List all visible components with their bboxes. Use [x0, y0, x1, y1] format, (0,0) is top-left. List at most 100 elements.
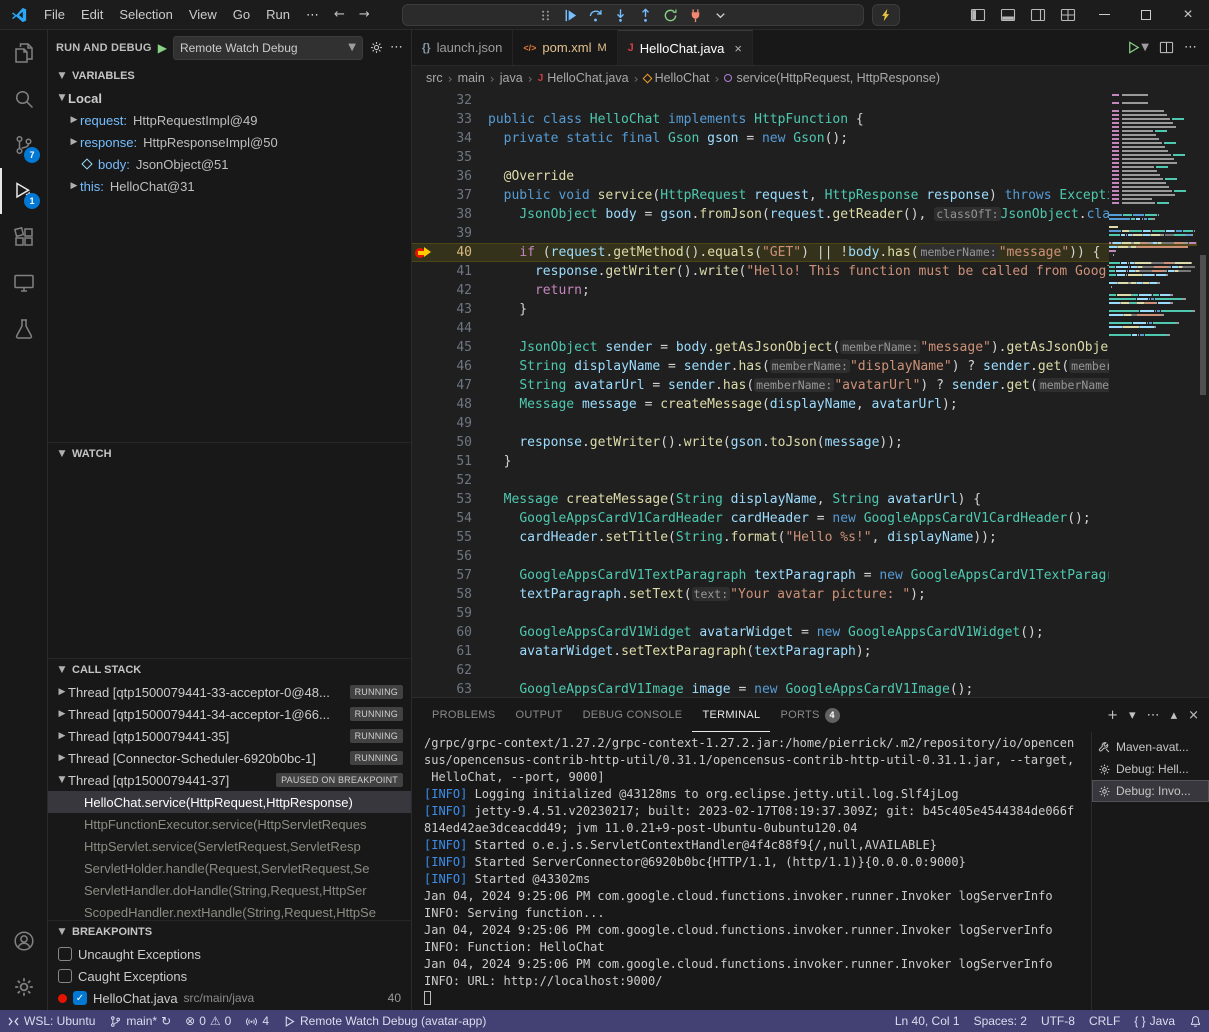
line-number[interactable]: 53 [438, 490, 472, 509]
tab-pom.xml[interactable]: </>pom.xmlM [513, 30, 617, 65]
activitybar-item-accounts[interactable] [0, 918, 47, 964]
panel-tab-output[interactable]: OUTPUT [506, 698, 573, 732]
menu-run[interactable]: Run [258, 4, 298, 26]
menu-edit[interactable]: Edit [73, 4, 111, 26]
line-number[interactable]: 42 [438, 281, 472, 300]
activitybar-item-explorer[interactable] [0, 30, 47, 76]
code-text[interactable]: } [472, 452, 1109, 471]
window-close-button[interactable]: × [1167, 0, 1209, 30]
sidebar-more-actions-button[interactable]: ⋯ [390, 40, 403, 55]
terminal-profile-chevron[interactable]: ▾ [1129, 708, 1136, 723]
code-text[interactable]: cardHeader.setTitle(String.format("Hello… [472, 528, 1109, 547]
breakpoints-pane-header[interactable]: ▼ BREAKPOINTS [48, 921, 411, 943]
customize-layout-icon[interactable] [1060, 7, 1076, 23]
maximize-panel-button[interactable]: ▴ [1171, 708, 1178, 723]
nav-forward-button[interactable]: → [352, 7, 377, 22]
window-maximize-button[interactable] [1125, 0, 1167, 30]
forwarded-ports-item[interactable]: 4 [238, 1010, 276, 1032]
activitybar-item-testing[interactable] [0, 306, 47, 352]
code-text[interactable]: public class HelloChat implements HttpFu… [472, 110, 1109, 129]
code-text[interactable] [472, 471, 1109, 490]
activitybar-item-run-and-debug[interactable]: 1 [0, 168, 47, 214]
menu-go[interactable]: Go [225, 4, 258, 26]
line-number[interactable]: 49 [438, 414, 472, 433]
code-text[interactable]: avatarWidget.setTextParagraph(textParagr… [472, 642, 1109, 661]
debug-toolbar-grip[interactable] [535, 5, 557, 25]
gutter-glyph-margin[interactable] [412, 528, 438, 547]
line-number[interactable]: 58 [438, 585, 472, 604]
menu-view[interactable]: View [181, 4, 225, 26]
editor-scrollbar[interactable] [1197, 90, 1209, 697]
activitybar-item-source-control[interactable]: 7 [0, 122, 47, 168]
code-text[interactable]: private static final Gson gson = new Gso… [472, 129, 1109, 148]
line-number[interactable]: 34 [438, 129, 472, 148]
minimap[interactable] [1109, 90, 1197, 697]
editor-more-actions-button[interactable]: ⋯ [1184, 40, 1197, 55]
gutter-glyph-margin[interactable] [412, 205, 438, 224]
line-number[interactable]: 35 [438, 148, 472, 167]
activitybar-item-manage[interactable] [0, 964, 47, 1010]
line-number[interactable]: 46 [438, 357, 472, 376]
code-text[interactable] [472, 148, 1109, 167]
panel-more-actions-button[interactable]: ⋯ [1147, 708, 1160, 723]
launch-configuration-select[interactable]: Remote Watch Debug ▼ [173, 36, 363, 60]
line-number[interactable]: 60 [438, 623, 472, 642]
variables-pane-header[interactable]: ▼ VARIABLES [48, 65, 411, 87]
gutter-glyph-margin[interactable] [412, 452, 438, 471]
step-into-button[interactable] [610, 5, 632, 25]
gutter-glyph-margin[interactable] [412, 338, 438, 357]
call-stack-thread-row[interactable]: ▼Thread [qtp1500079441-37]PAUSED ON BREA… [48, 769, 411, 791]
gutter-glyph-margin[interactable] [412, 585, 438, 604]
terminal-tab-maven-avat-[interactable]: Maven-avat... [1092, 736, 1209, 758]
code-text[interactable]: String avatarUrl = sender.has(memberName… [472, 376, 1109, 395]
toggle-secondary-sidebar-icon[interactable] [1030, 7, 1046, 23]
line-number[interactable]: 32 [438, 91, 472, 110]
gutter-glyph-margin[interactable] [412, 148, 438, 167]
breadcrumb-item[interactable]: src [426, 71, 443, 85]
code-text[interactable]: Message createMessage(String displayName… [472, 490, 1109, 509]
new-terminal-button[interactable]: + [1107, 708, 1118, 723]
breakpoint-row[interactable]: ✓HelloChat.javasrc/main/java40 [48, 987, 411, 1009]
code-text[interactable]: JsonObject sender = body.getAsJsonObject… [472, 338, 1109, 357]
step-out-button[interactable] [635, 5, 657, 25]
variable-row[interactable]: body:JsonObject@51 [48, 153, 411, 175]
watch-pane-header[interactable]: ▼ WATCH [48, 443, 411, 465]
close-panel-button[interactable]: × [1188, 708, 1199, 723]
tab-launch.json[interactable]: {}launch.json [412, 30, 513, 65]
call-stack-thread-row[interactable]: ▶Thread [qtp1500079441-35]RUNNING [48, 725, 411, 747]
stack-frame-row[interactable]: HttpFunctionExecutor.service(HttpServlet… [48, 813, 411, 835]
restart-button[interactable] [660, 5, 682, 25]
gutter-glyph-margin[interactable] [412, 243, 438, 262]
line-number[interactable]: 55 [438, 528, 472, 547]
gutter-glyph-margin[interactable] [412, 547, 438, 566]
line-number[interactable]: 37 [438, 186, 472, 205]
nav-back-button[interactable]: ← [327, 7, 352, 22]
code-text[interactable] [472, 604, 1109, 623]
code-text[interactable] [472, 414, 1109, 433]
breadcrumb-item[interactable]: HelloChat [644, 71, 710, 85]
gutter-glyph-margin[interactable] [412, 91, 438, 110]
continue-button[interactable] [560, 5, 582, 25]
gutter-glyph-margin[interactable] [412, 490, 438, 509]
code-text[interactable] [472, 547, 1109, 566]
call-stack-thread-row[interactable]: ▶Thread [qtp1500079441-33-acceptor-0@48.… [48, 681, 411, 703]
breakpoint-checkbox[interactable]: ✓ [73, 991, 87, 1005]
gutter-glyph-margin[interactable] [412, 281, 438, 300]
toggle-panel-icon[interactable] [1000, 7, 1016, 23]
code-text[interactable]: if (request.getMethod().equals("GET") ||… [472, 243, 1109, 262]
code-text[interactable]: GoogleAppsCardV1Widget avatarWidget = ne… [472, 623, 1109, 642]
line-number[interactable]: 50 [438, 433, 472, 452]
breadcrumb-item[interactable]: JHelloChat.java [538, 71, 629, 85]
line-number[interactable]: 54 [438, 509, 472, 528]
variables-scope-row[interactable]: ▼Local [48, 87, 411, 109]
tab-HelloChat.java[interactable]: JHelloChat.java× [618, 30, 753, 65]
hot-code-replace-button[interactable] [872, 4, 900, 26]
line-number[interactable]: 36 [438, 167, 472, 186]
call-stack-pane-header[interactable]: ▼ CALL STACK [48, 659, 411, 681]
menu-more-button[interactable]: ⋯ [298, 7, 327, 23]
line-number[interactable]: 51 [438, 452, 472, 471]
stack-frame-row[interactable]: HttpServlet.service(ServletRequest,Servl… [48, 835, 411, 857]
line-number[interactable]: 63 [438, 680, 472, 697]
cursor-position-item[interactable]: Ln 40, Col 1 [888, 1010, 967, 1032]
code-text[interactable]: } [472, 300, 1109, 319]
